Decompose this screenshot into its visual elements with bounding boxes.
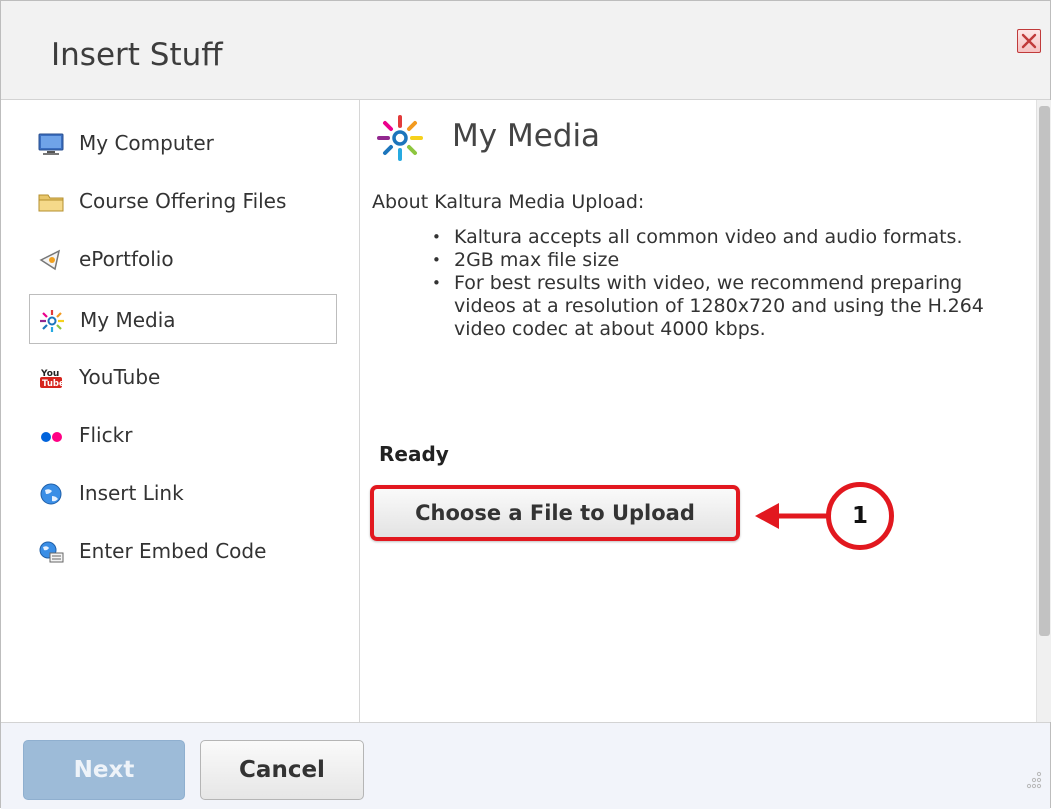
panel-scrollbar[interactable] — [1036, 100, 1051, 722]
annotation-step-marker: 1 — [826, 482, 894, 550]
embed-icon — [39, 541, 64, 563]
folder-icon — [38, 194, 64, 212]
choose-file-button[interactable]: Choose a File to Upload — [370, 485, 740, 541]
monitor-icon — [38, 133, 64, 155]
sidebar-item-label: My Computer — [79, 131, 214, 155]
my-media-panel: My Media About Kaltura Media Upload: Kal… — [360, 100, 1036, 722]
insert-stuff-dialog: Insert Stuff My Computer Course Offering… — [0, 0, 1051, 809]
close-icon — [1021, 33, 1037, 49]
eportfolio-icon — [39, 249, 61, 271]
sidebar-item-flickr[interactable]: Flickr — [29, 410, 337, 460]
sidebar-item-label: Enter Embed Code — [79, 539, 267, 563]
annotation-step-number: 1 — [851, 503, 868, 529]
sidebar-item-label: Insert Link — [79, 481, 184, 505]
about-heading: About Kaltura Media Upload: — [372, 191, 645, 213]
flickr-icon — [41, 432, 62, 442]
sidebar-item-eportfolio[interactable]: ePortfolio — [29, 234, 337, 284]
upload-info-list: Kaltura accepts all common video and aud… — [410, 226, 1020, 341]
sidebar-item-label: ePortfolio — [79, 247, 174, 271]
sidebar-item-label: My Media — [80, 308, 176, 332]
cancel-button[interactable]: Cancel — [200, 740, 364, 800]
panel-title: My Media — [452, 118, 601, 154]
sidebar-item-label: YouTube — [79, 365, 161, 389]
sidebar-item-course-offering-files[interactable]: Course Offering Files — [29, 176, 337, 226]
next-button[interactable]: Next — [23, 740, 185, 800]
sidebar-item-my-media[interactable]: My Media — [29, 294, 337, 344]
svg-text:Tube: Tube — [42, 379, 65, 389]
resize-grip-icon[interactable] — [1025, 771, 1043, 791]
youtube-icon: You Tube — [40, 369, 65, 389]
dialog-footer: Next Cancel — [1, 722, 1050, 809]
kaltura-icon — [40, 310, 64, 332]
upload-status: Ready — [379, 442, 449, 466]
list-item: Kaltura accepts all common video and aud… — [432, 226, 1020, 249]
sidebar-item-my-computer[interactable]: My Computer — [29, 118, 337, 168]
sidebar-item-enter-embed-code[interactable]: Enter Embed Code — [29, 526, 337, 576]
dialog-title: Insert Stuff — [51, 37, 223, 73]
choose-file-label: Choose a File to Upload — [415, 501, 695, 525]
sidebar-item-label: Course Offering Files — [79, 189, 287, 213]
sidebar-item-label: Flickr — [79, 423, 133, 447]
sidebar-item-youtube[interactable]: You Tube YouTube — [29, 352, 337, 402]
close-button[interactable] — [1017, 29, 1041, 53]
source-sidebar: My Computer Course Offering Files ePortf… — [1, 100, 360, 722]
scrollbar-thumb[interactable] — [1039, 106, 1050, 636]
globe-icon — [40, 483, 62, 505]
list-item: For best results with video, we recommen… — [432, 272, 1020, 341]
dialog-header: Insert Stuff — [1, 1, 1050, 100]
list-item: 2GB max file size — [432, 249, 1020, 272]
kaltura-logo-icon — [377, 115, 423, 161]
sidebar-item-insert-link[interactable]: Insert Link — [29, 468, 337, 518]
